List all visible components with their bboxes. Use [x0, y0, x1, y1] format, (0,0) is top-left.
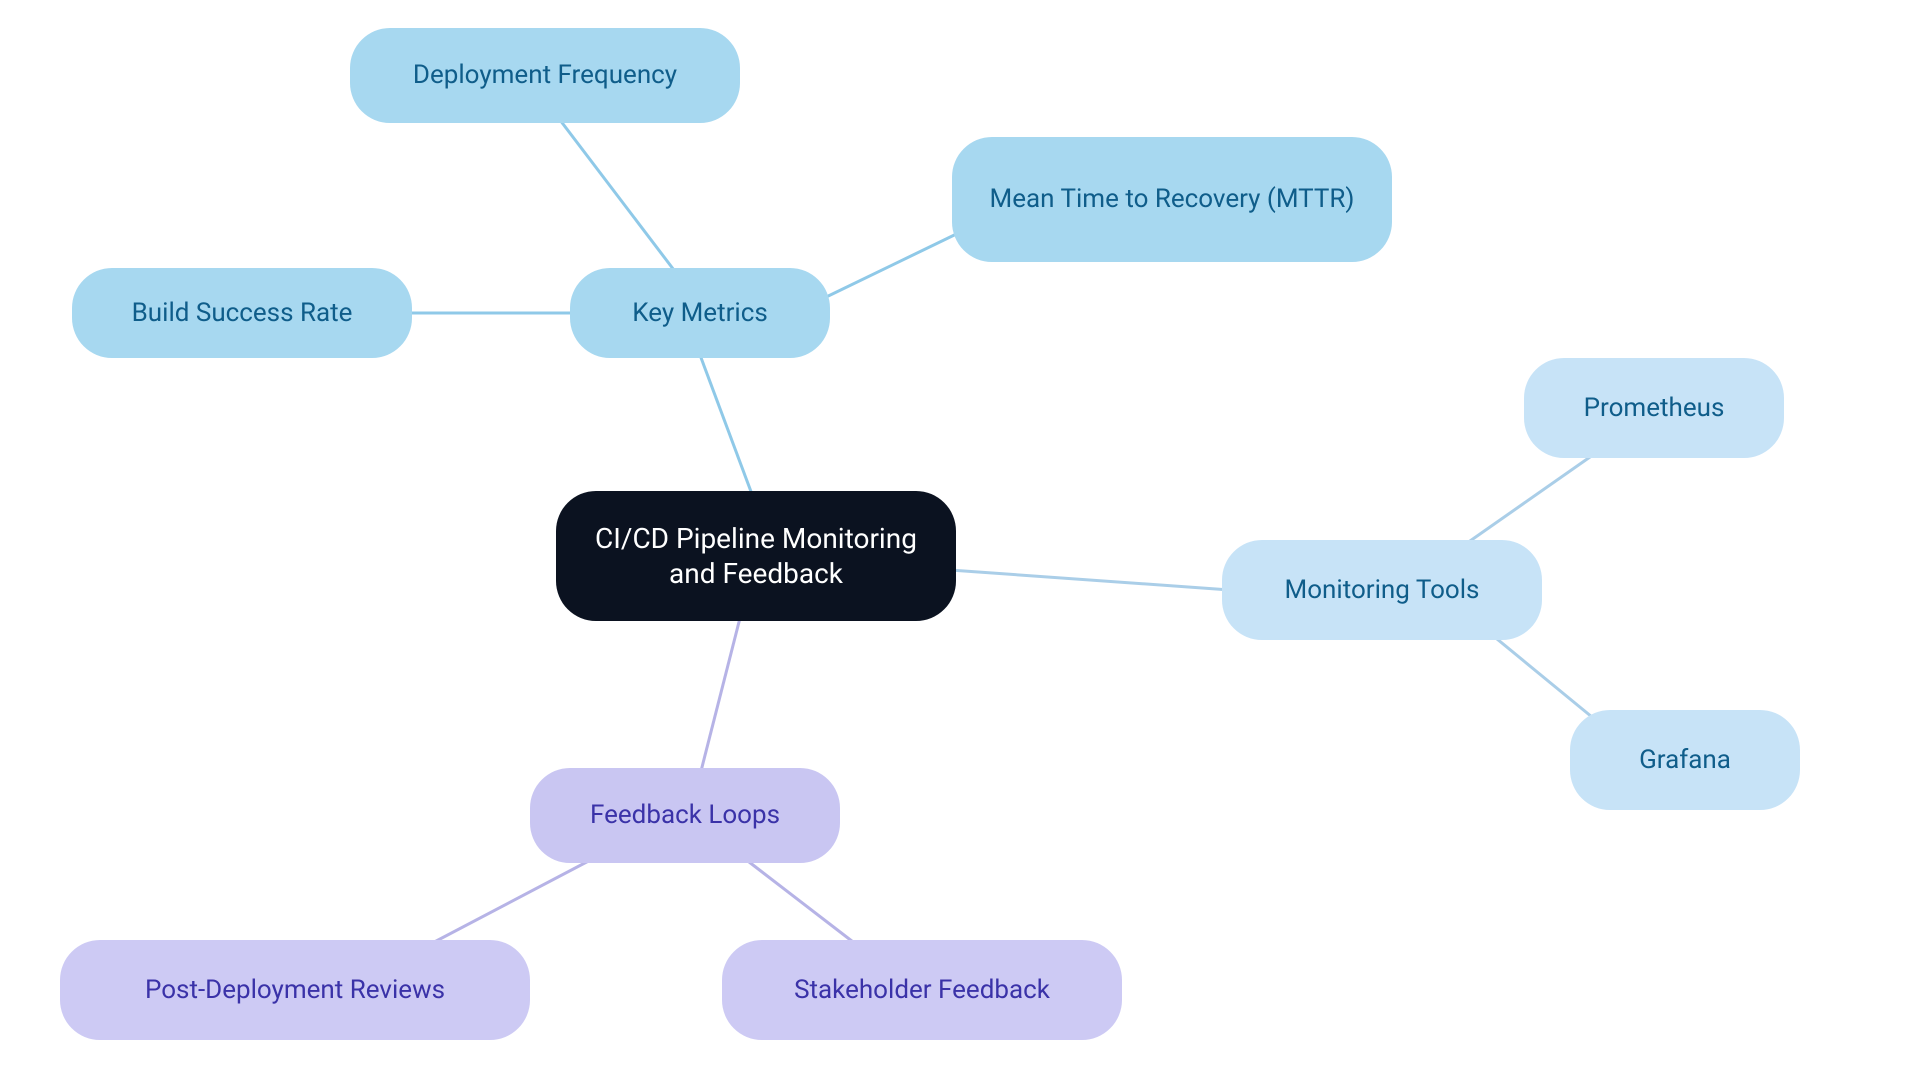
node-mttr-label: Mean Time to Recovery (MTTR) — [990, 183, 1355, 216]
edge-keymetrics-deployfreq — [560, 120, 680, 278]
node-stakeholder-feedback[interactable]: Stakeholder Feedback — [722, 940, 1122, 1040]
node-key-metrics-label: Key Metrics — [632, 297, 768, 330]
node-stakeholder-feedback-label: Stakeholder Feedback — [794, 974, 1050, 1007]
edge-root-monitoring — [950, 570, 1230, 590]
edge-root-feedback — [700, 618, 740, 775]
node-monitoring-tools[interactable]: Monitoring Tools — [1222, 540, 1542, 640]
node-grafana[interactable]: Grafana — [1570, 710, 1800, 810]
node-mttr[interactable]: Mean Time to Recovery (MTTR) — [952, 137, 1392, 262]
mindmap-canvas: CI/CD Pipeline Monitoring and Feedback K… — [0, 0, 1920, 1083]
node-feedback-loops[interactable]: Feedback Loops — [530, 768, 840, 863]
node-post-deployment-reviews[interactable]: Post-Deployment Reviews — [60, 940, 530, 1040]
node-root-label: CI/CD Pipeline Monitoring and Feedback — [584, 521, 928, 591]
node-monitoring-tools-label: Monitoring Tools — [1285, 574, 1480, 607]
edge-keymetrics-mttr — [820, 225, 975, 300]
node-deployment-frequency-label: Deployment Frequency — [413, 59, 677, 92]
node-feedback-loops-label: Feedback Loops — [590, 799, 780, 832]
node-build-success-rate-label: Build Success Rate — [132, 297, 353, 330]
node-prometheus-label: Prometheus — [1584, 392, 1725, 425]
node-build-success-rate[interactable]: Build Success Rate — [72, 268, 412, 358]
node-prometheus[interactable]: Prometheus — [1524, 358, 1784, 458]
node-root[interactable]: CI/CD Pipeline Monitoring and Feedback — [556, 491, 956, 621]
edge-root-keymetrics — [700, 355, 756, 505]
node-deployment-frequency[interactable]: Deployment Frequency — [350, 28, 740, 123]
node-key-metrics[interactable]: Key Metrics — [570, 268, 830, 358]
node-grafana-label: Grafana — [1639, 744, 1731, 777]
node-post-deployment-reviews-label: Post-Deployment Reviews — [145, 974, 445, 1007]
